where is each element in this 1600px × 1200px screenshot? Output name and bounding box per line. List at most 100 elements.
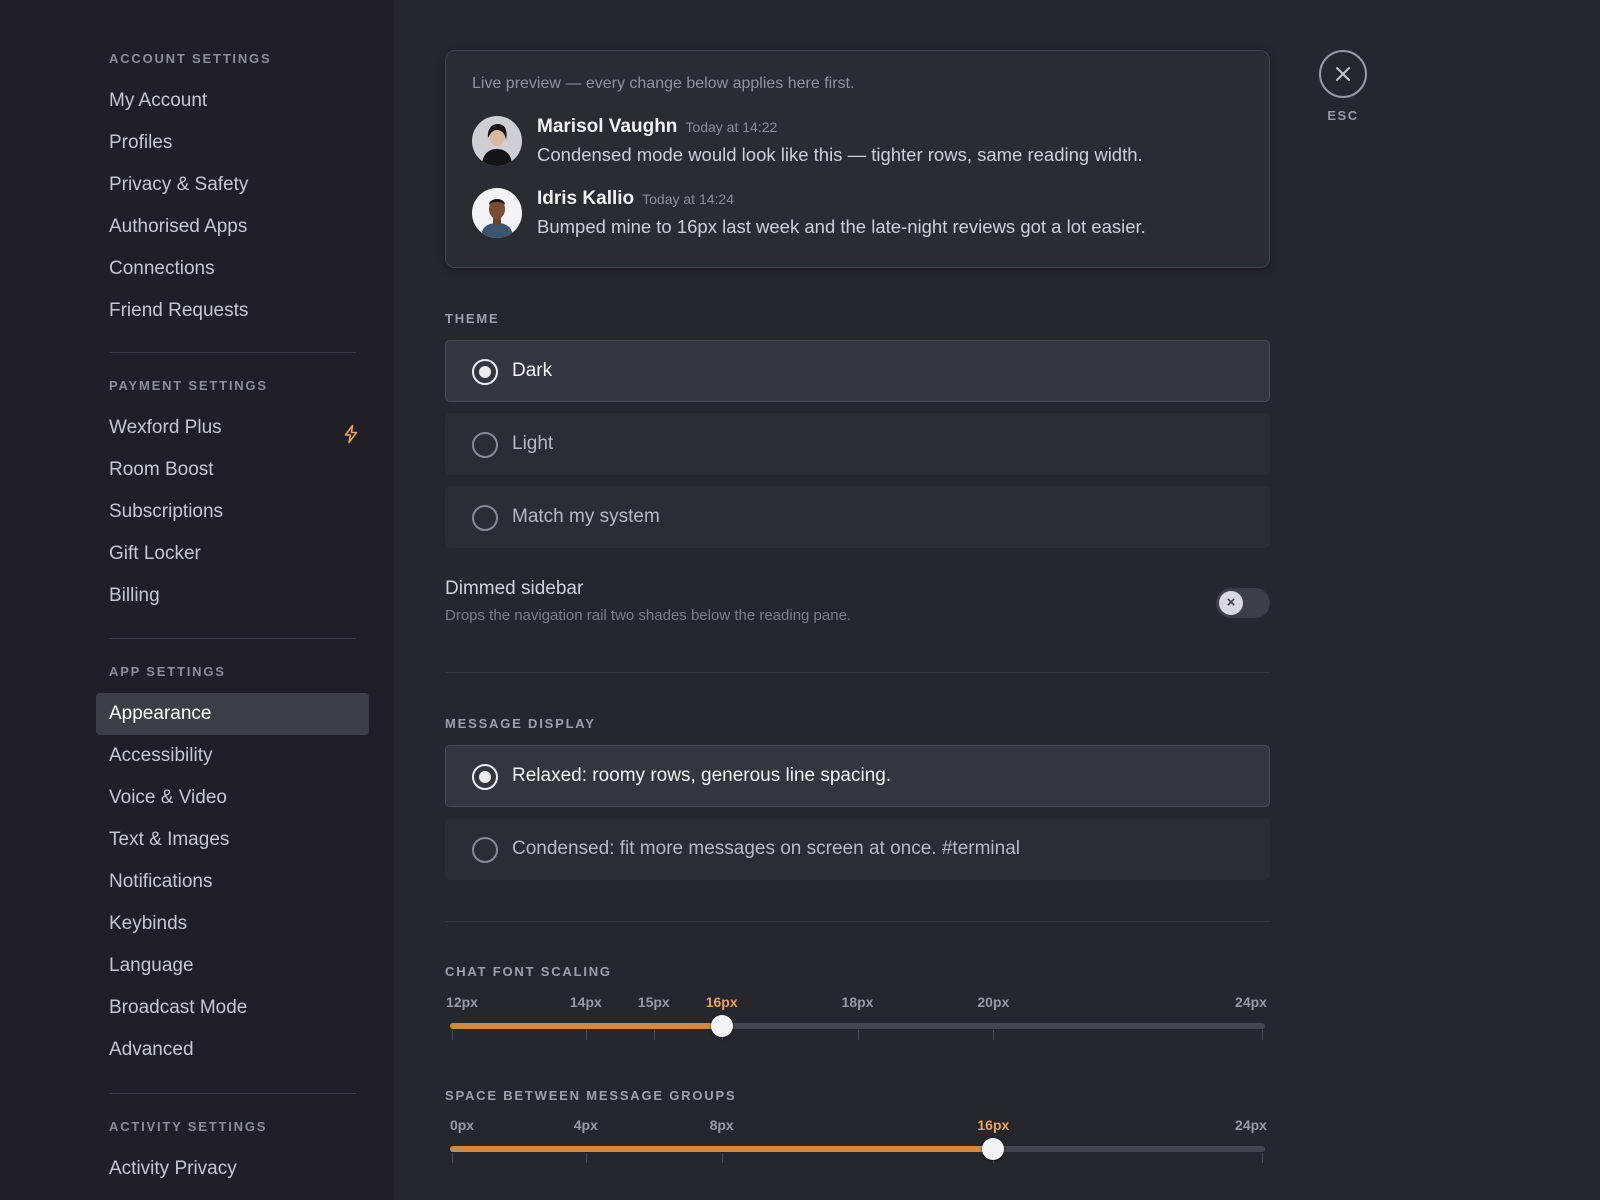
sidebar-item-broadcast-mode[interactable]: Broadcast Mode bbox=[96, 987, 369, 1029]
slider-tick-label: 20px bbox=[977, 994, 1010, 1010]
preview-message: Marisol Vaughn Today at 14:22 Condensed m… bbox=[472, 116, 1252, 168]
slider-tick-label: 16px bbox=[977, 1117, 1010, 1133]
sidebar-item-subscriptions[interactable]: Subscriptions bbox=[96, 491, 369, 533]
sidebar-item-text-images[interactable]: Text & Images bbox=[96, 819, 369, 861]
message-display-option-condensed[interactable]: Condensed: fit more messages on screen a… bbox=[445, 818, 1270, 880]
slider-tick bbox=[721, 1153, 723, 1163]
slider-track-fill bbox=[450, 1023, 722, 1029]
sidebar-item-my-account[interactable]: My Account bbox=[96, 80, 369, 122]
radio-empty-icon bbox=[472, 837, 498, 863]
message-display-option-label: Condensed: fit more messages on screen a… bbox=[512, 838, 1020, 859]
slider-tick bbox=[857, 1030, 859, 1040]
sidebar-item-billing[interactable]: Billing bbox=[96, 575, 369, 617]
slider-tick bbox=[993, 1030, 995, 1040]
sidebar-item-advanced[interactable]: Advanced bbox=[96, 1029, 369, 1071]
font-scaling-slider[interactable]: 12px 14px 15px 16px 18px 20px 24px bbox=[445, 994, 1270, 1054]
message-author-name: Idris Kallio bbox=[537, 188, 635, 209]
theme-option-light[interactable]: Light bbox=[445, 413, 1270, 475]
slider-tick bbox=[1262, 1030, 1263, 1040]
slider-track[interactable] bbox=[450, 1146, 1265, 1152]
theme-option-dark[interactable]: Dark bbox=[445, 340, 1270, 402]
close-settings: ESC bbox=[1319, 50, 1367, 123]
dimmed-sidebar-toggle[interactable]: × bbox=[1216, 588, 1270, 618]
radio-selected-icon bbox=[472, 359, 498, 385]
theme-option-label: Dark bbox=[512, 360, 553, 381]
sidebar-item-notifications[interactable]: Notifications bbox=[96, 861, 369, 903]
group-spacing-section-label: SPACE BETWEEN MESSAGE GROUPS bbox=[445, 1088, 737, 1103]
theme-option-label: Match my system bbox=[512, 506, 660, 527]
preview-hint: Live preview — every change below applie… bbox=[472, 75, 855, 92]
settings-sidebar: ACCOUNT SETTINGS My Account Profiles Pri… bbox=[0, 0, 394, 1200]
avatar bbox=[472, 188, 522, 238]
settings-nav: ACCOUNT SETTINGS My Account Profiles Pri… bbox=[96, 50, 369, 1190]
slider-tick bbox=[653, 1030, 655, 1040]
sidebar-item-language[interactable]: Language bbox=[96, 945, 369, 987]
theme-option-system[interactable]: Match my system bbox=[445, 486, 1270, 548]
sidebar-item-appearance[interactable]: Appearance bbox=[96, 693, 369, 735]
nav-header-app: APP SETTINGS bbox=[109, 664, 226, 679]
sidebar-item-authorised-apps[interactable]: Authorised Apps bbox=[96, 206, 369, 248]
slider-track[interactable] bbox=[450, 1023, 1265, 1029]
slider-tick bbox=[452, 1153, 453, 1163]
sidebar-item-wexford-plus[interactable]: Wexford Plus bbox=[96, 407, 369, 449]
slider-tick-label: 24px bbox=[1235, 1117, 1267, 1133]
dimmed-sidebar-title: Dimmed sidebar bbox=[445, 578, 584, 599]
group-spacing-slider[interactable]: 0px 4px 8px 16px 24px bbox=[445, 1117, 1270, 1177]
message-timestamp: Today at 14:22 bbox=[685, 119, 778, 135]
sidebar-item-privacy-safety[interactable]: Privacy & Safety bbox=[96, 164, 369, 206]
nav-header-account: ACCOUNT SETTINGS bbox=[109, 51, 272, 66]
sidebar-item-gift-locker[interactable]: Gift Locker bbox=[96, 533, 369, 575]
sidebar-item-connections[interactable]: Connections bbox=[96, 248, 369, 290]
toggle-off-icon: × bbox=[1219, 591, 1243, 615]
sidebar-item-friend-requests[interactable]: Friend Requests bbox=[96, 290, 369, 332]
theme-option-label: Light bbox=[512, 433, 554, 454]
sidebar-item-activity-privacy[interactable]: Activity Privacy bbox=[96, 1148, 369, 1190]
sidebar-item-label: Wexford Plus bbox=[109, 417, 222, 438]
nav-header-payment: PAYMENT SETTINGS bbox=[109, 378, 268, 393]
message-text: Condensed mode would look like this — ti… bbox=[537, 144, 1143, 165]
slider-thumb[interactable] bbox=[982, 1138, 1005, 1160]
dimmed-sidebar-description: Drops the navigation rail two shades bel… bbox=[445, 607, 852, 624]
font-scaling-section-label: CHAT FONT SCALING bbox=[445, 964, 612, 979]
close-button[interactable] bbox=[1319, 50, 1367, 98]
slider-tick bbox=[452, 1030, 453, 1040]
message-display-section-label: MESSAGE DISPLAY bbox=[445, 716, 596, 731]
message-display-option-relaxed[interactable]: Relaxed: roomy rows, generous line spaci… bbox=[445, 745, 1270, 807]
radio-selected-icon bbox=[472, 764, 498, 790]
sidebar-item-keybinds[interactable]: Keybinds bbox=[96, 903, 369, 945]
slider-track-fill bbox=[450, 1146, 994, 1152]
slider-tick-label: 18px bbox=[841, 994, 874, 1010]
message-author[interactable]: Marisol Vaughn Today at 14:22 bbox=[537, 116, 777, 138]
message-text: Bumped mine to 16px last week and the la… bbox=[537, 216, 1146, 237]
message-timestamp: Today at 14:24 bbox=[642, 191, 734, 207]
close-shortcut-label: ESC bbox=[1327, 108, 1359, 123]
message-author-name: Marisol Vaughn bbox=[537, 116, 678, 137]
radio-empty-icon bbox=[472, 505, 498, 531]
slider-thumb[interactable] bbox=[710, 1015, 733, 1037]
slider-tick bbox=[585, 1030, 587, 1040]
message-display-option-label: Relaxed: roomy rows, generous line spaci… bbox=[512, 765, 892, 786]
section-divider bbox=[445, 672, 1270, 673]
sidebar-item-voice-video[interactable]: Voice & Video bbox=[96, 777, 369, 819]
slider-tick bbox=[1262, 1153, 1263, 1163]
slider-tick bbox=[585, 1153, 587, 1163]
bolt-icon bbox=[341, 418, 361, 444]
sidebar-item-profiles[interactable]: Profiles bbox=[96, 122, 369, 164]
slider-tick-label: 0px bbox=[449, 1117, 475, 1133]
avatar bbox=[472, 116, 522, 166]
sidebar-item-room-boost[interactable]: Room Boost bbox=[96, 449, 369, 491]
sidebar-item-accessibility[interactable]: Accessibility bbox=[96, 735, 369, 777]
slider-tick-label: 4px bbox=[573, 1117, 598, 1133]
slider-tick-label: 14px bbox=[569, 994, 602, 1010]
slider-tick-label: 24px bbox=[1235, 994, 1267, 1010]
slider-tick-label: 16px bbox=[705, 994, 738, 1010]
live-preview-card: Live preview — every change below applie… bbox=[445, 50, 1270, 268]
preview-message: Idris Kallio Today at 14:24 Bumped mine t… bbox=[472, 188, 1252, 240]
slider-tick-label: 8px bbox=[709, 1117, 734, 1133]
theme-section-label: THEME bbox=[445, 311, 500, 326]
message-author[interactable]: Idris Kallio Today at 14:24 bbox=[537, 188, 734, 210]
nav-header-activity: ACTIVITY SETTINGS bbox=[109, 1119, 268, 1134]
slider-tick-label: 15px bbox=[637, 994, 670, 1010]
section-divider bbox=[445, 921, 1270, 922]
radio-empty-icon bbox=[472, 432, 498, 458]
